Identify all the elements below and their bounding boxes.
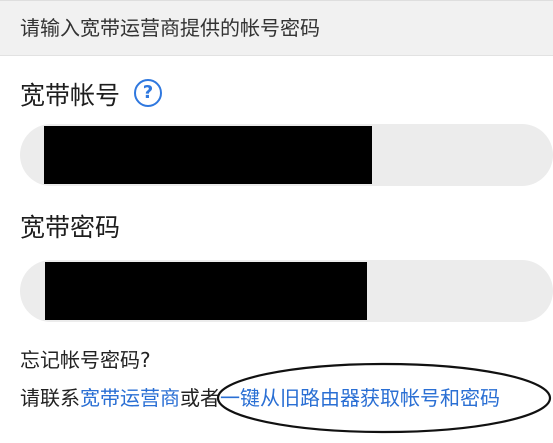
forgot-credentials-text: 忘记帐号密码? [20, 348, 151, 372]
migrate-from-old-router-link[interactable]: 一键从旧路由器获取帐号和密码 [220, 386, 500, 410]
contact-prefix-text: 请联系 [20, 386, 80, 410]
account-input[interactable] [20, 124, 553, 186]
redacted-password-value [45, 262, 367, 320]
or-text: 或者 [180, 386, 220, 410]
contact-line: 请联系宽带运营商或者一键从旧路由器获取帐号和密码 [20, 385, 500, 411]
isp-link[interactable]: 宽带运营商 [80, 386, 180, 410]
password-label: 宽带密码 [20, 213, 121, 242]
password-input[interactable] [20, 260, 553, 322]
question-circle-icon[interactable]: ? [134, 79, 162, 107]
instruction-text: 请输入宽带运营商提供的帐号密码 [20, 16, 320, 40]
account-label: 宽带帐号 [20, 81, 121, 110]
instruction-bar: 请输入宽带运营商提供的帐号密码 [0, 0, 553, 56]
redacted-account-value [44, 126, 372, 184]
